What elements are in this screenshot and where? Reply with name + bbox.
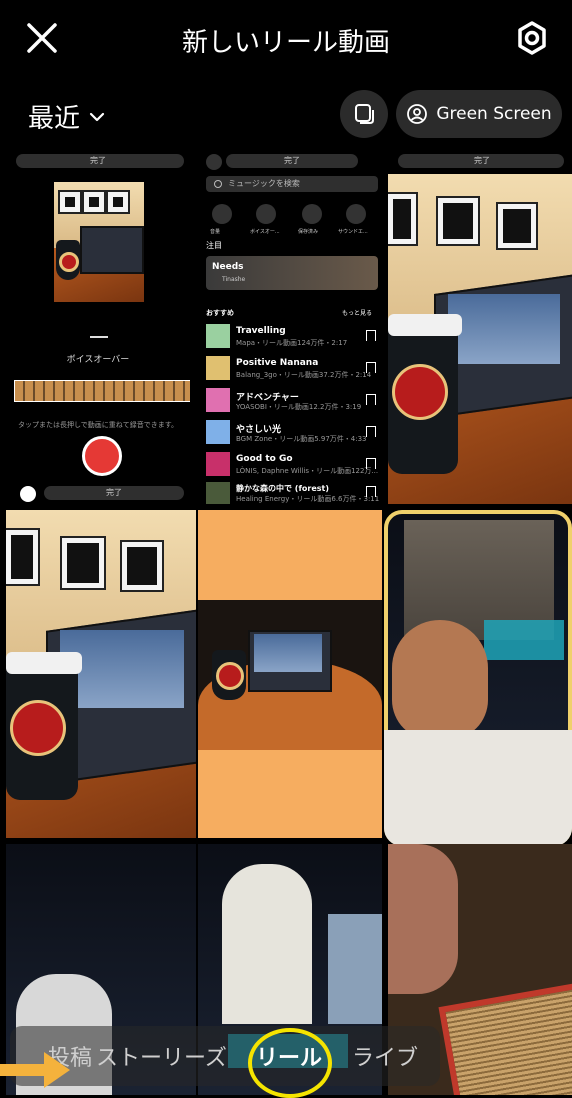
- photo: [388, 174, 572, 504]
- track-subtitle: Healing Energy・リール動画6.6万件・3:11: [236, 495, 380, 503]
- bookmark-icon[interactable]: [366, 330, 376, 341]
- track-art: [206, 388, 230, 412]
- microphone-icon[interactable]: [256, 204, 276, 224]
- track-subtitle: YOASOBI・リール動画12.2万件・3:19: [236, 403, 362, 411]
- voiceover-label: ボイスオーバー: [66, 355, 130, 365]
- top-bar: 新しいリール動画: [0, 0, 572, 80]
- music-search-input[interactable]: ミュージックを検索: [206, 176, 378, 192]
- action-label: 保存済み: [298, 229, 319, 235]
- track-subtitle: BGM Zone・リール動画5.97万件・4:33: [236, 435, 367, 443]
- media-tile[interactable]: 完了: [388, 148, 572, 504]
- featured-artist: Tinashe: [222, 276, 246, 283]
- media-grid: 完了 ボイスオーバー タップまたは長押しで動画に重ねて録音できます。 完了 完了…: [6, 148, 572, 1095]
- done-label: 完了: [106, 488, 122, 497]
- track-art: [206, 420, 230, 444]
- track-title: 静かな森の中で (forest): [236, 484, 330, 493]
- track-subtitle: LÒNIS, Daphne Willis・リール動画122万...: [236, 467, 379, 475]
- track-art: [206, 356, 230, 380]
- track-art: [206, 482, 230, 504]
- track-title: Positive Nanana: [236, 358, 319, 368]
- photo: [222, 864, 312, 1024]
- media-tile-selected[interactable]: [384, 510, 572, 846]
- album-selector-label: 最近: [28, 104, 81, 134]
- volume-icon[interactable]: [212, 204, 232, 224]
- search-placeholder: ミュージックを検索: [228, 179, 300, 188]
- done-bar: 完了: [226, 154, 358, 168]
- green-screen-label: Green Screen: [436, 104, 552, 124]
- arrow-right-icon: [0, 1052, 70, 1088]
- list-item[interactable]: 静かな森の中で (forest) Healing Energy・リール動画6.6…: [206, 482, 380, 504]
- mode-live[interactable]: ライブ: [352, 1040, 418, 1072]
- media-tile[interactable]: 完了 ボイスオーバー タップまたは長押しで動画に重ねて録音できます。 完了: [6, 148, 190, 504]
- list-item[interactable]: Travelling Mapa・リール動画124万件・2:17: [206, 324, 378, 352]
- done-bar: 完了: [398, 154, 564, 168]
- bookmark-icon[interactable]: [366, 394, 376, 405]
- photo-face: [388, 844, 458, 994]
- track-subtitle: Mapa・リール動画124万件・2:17: [236, 339, 348, 347]
- sound-effect-icon[interactable]: [346, 204, 366, 224]
- multi-select-icon: [355, 104, 374, 124]
- timeline-strip: [14, 380, 190, 402]
- bookmark-icon[interactable]: [366, 458, 376, 469]
- voiceover-hint: タップまたは長押しで動画に重ねて録音できます。: [17, 421, 179, 429]
- search-icon: [214, 180, 222, 188]
- list-item[interactable]: Positive Nanana Balang_3go・リール動画37.2万件・2…: [206, 356, 378, 384]
- see-more-link[interactable]: もっと見る: [342, 308, 372, 317]
- mode-story[interactable]: ストーリーズ: [96, 1040, 227, 1072]
- bookmark-icon[interactable]: [302, 204, 322, 224]
- photo-shirt: [384, 730, 572, 846]
- photo: [198, 600, 382, 750]
- done-bar: 完了: [16, 154, 184, 168]
- done-bar-bottom: 完了: [44, 486, 184, 500]
- chevron-down-icon: [89, 112, 105, 121]
- multi-select-button[interactable]: [340, 90, 388, 138]
- done-label: 完了: [284, 156, 300, 165]
- list-item[interactable]: Good to Go LÒNIS, Daphne Willis・リール動画122…: [206, 452, 378, 480]
- track-art: [206, 324, 230, 348]
- done-label: 完了: [474, 156, 490, 165]
- bookmark-icon[interactable]: [366, 426, 376, 437]
- track-title: Good to Go: [236, 454, 293, 464]
- featured-card[interactable]: Needs Tinashe: [206, 256, 378, 290]
- pause-icon: [206, 154, 222, 170]
- mode-bar: 投稿 ストーリーズ リール ライブ: [0, 1020, 572, 1098]
- divider: [90, 336, 108, 338]
- list-item[interactable]: やさしい光 BGM Zone・リール動画5.97万件・4:33: [206, 420, 378, 448]
- highlight-circle: [248, 1028, 332, 1098]
- gallery-toolbar: 最近 Green Screen: [0, 84, 572, 144]
- play-icon[interactable]: [20, 486, 36, 502]
- list-item[interactable]: アドベンチャー YOASOBI・リール動画12.2万件・3:19: [206, 388, 378, 416]
- media-tile[interactable]: 完了 ミュージックを検索 音量 ボイスオー... 保存済み サウンドエ... 注…: [198, 148, 382, 504]
- record-button[interactable]: [82, 436, 122, 476]
- gear-icon[interactable]: [514, 20, 550, 56]
- featured-header: 注目: [206, 241, 222, 250]
- photo-building: [328, 914, 382, 1024]
- page-title: 新しいリール動画: [181, 28, 390, 58]
- preview-thumbnail: [54, 182, 144, 302]
- done-label: 完了: [90, 156, 106, 165]
- action-label: サウンドエ...: [338, 229, 368, 235]
- album-selector[interactable]: 最近: [28, 98, 106, 135]
- bookmark-icon[interactable]: [366, 362, 376, 373]
- track-art: [206, 452, 230, 476]
- action-label: ボイスオー...: [250, 229, 280, 235]
- sign: [484, 620, 564, 660]
- bookmark-icon[interactable]: [366, 486, 376, 497]
- media-tile[interactable]: [6, 510, 196, 838]
- recommend-header: おすすめ: [206, 309, 234, 317]
- tile-header: 完了: [388, 148, 572, 174]
- green-screen-button[interactable]: Green Screen: [396, 90, 562, 138]
- photo-face: [392, 620, 488, 740]
- track-subtitle: Balang_3go・リール動画37.2万件・2:14: [236, 371, 372, 379]
- featured-title: Needs: [212, 262, 244, 272]
- action-label: 音量: [210, 229, 221, 235]
- person-circle-icon: [407, 104, 428, 124]
- media-tile[interactable]: [198, 510, 382, 838]
- track-title: Travelling: [236, 326, 286, 336]
